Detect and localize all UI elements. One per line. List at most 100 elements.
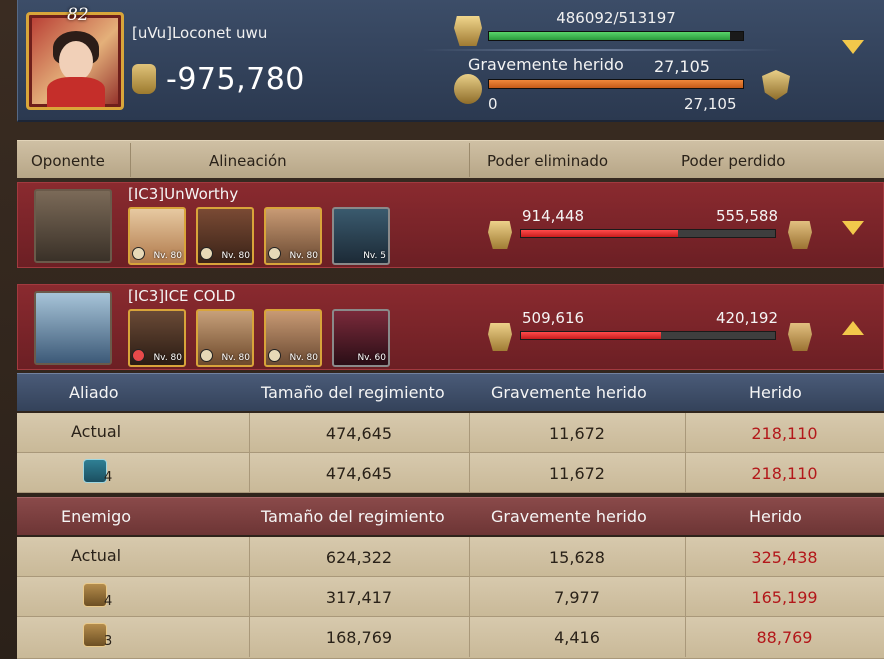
fist-icon <box>132 64 156 94</box>
troop-card[interactable]: Nv. 5 <box>332 207 390 265</box>
troop-tier: 4 <box>104 594 113 609</box>
col-separator <box>469 143 470 177</box>
opponent-avatar <box>34 189 112 263</box>
col-separator <box>130 143 131 177</box>
col-opponent: Oponente <box>31 152 105 170</box>
opponent-row[interactable]: [IC3]ICE COLD Nv. 80 Nv. 80 Nv. 80 Nv. 6… <box>17 284 884 370</box>
shield-icon <box>762 70 790 100</box>
chevron-down-icon[interactable] <box>842 221 864 235</box>
opponent-power-lost: 555,588 <box>715 207 778 225</box>
troop-level: Nv. 80 <box>221 353 250 363</box>
opponent-row[interactable]: [IC3]UnWorthy Nv. 80 Nv. 80 Nv. 80 Nv. 5… <box>17 182 884 268</box>
regiment-size: 474,645 <box>325 464 393 483</box>
hp-text: 486092/513197 <box>556 9 676 27</box>
troop-level: Nv. 80 <box>289 251 318 261</box>
opponent-name: [IC3]ICE COLD <box>128 287 236 305</box>
ally-table-header: Aliado Tamaño del regimiento Gravemente … <box>17 373 884 411</box>
severe-label: Gravemente herido <box>468 55 624 74</box>
player-name: [uVu]Loconet uwu <box>132 24 268 42</box>
portrait-dress <box>47 77 105 107</box>
horse-icon: 4 <box>83 459 112 485</box>
severe-min: 0 <box>488 95 498 113</box>
severe-value: 27,105 <box>654 57 710 76</box>
ally-header-size: Tamaño del regimiento <box>261 383 445 402</box>
horse-icon <box>200 349 213 362</box>
header-divider <box>422 49 782 51</box>
chevron-up-icon[interactable] <box>842 321 864 335</box>
enemy-row-tier: 3 168,769 4,416 88,769 <box>17 617 884 659</box>
severe-bar <box>488 79 744 89</box>
severe-max: 27,105 <box>684 95 737 113</box>
troop-level: Nv. 5 <box>363 251 386 261</box>
severe-wounded: 15,628 <box>549 548 605 567</box>
sword-icon <box>268 349 281 362</box>
troop-level: Nv. 80 <box>221 251 250 261</box>
enemy-row-tier: 4 317,417 7,977 165,199 <box>17 577 884 617</box>
enemy-row-current: Actual 624,322 15,628 325,438 <box>17 537 884 577</box>
col-lineup: Alineación <box>209 152 287 170</box>
hp-bar <box>488 31 744 41</box>
troop-card[interactable]: Nv. 80 <box>264 309 322 367</box>
enemy-header-label: Enemigo <box>61 507 132 526</box>
sword-icon <box>268 247 281 260</box>
troop-card[interactable]: Nv. 80 <box>128 309 186 367</box>
troop-level: Nv. 80 <box>289 353 318 363</box>
sword-icon <box>200 247 213 260</box>
severe-wounded: 4,416 <box>554 628 600 647</box>
helmet-broken-icon <box>788 323 812 351</box>
ally-row-current: Actual 474,645 11,672 218,110 <box>17 413 884 453</box>
player-level: 82 <box>67 5 89 25</box>
row-label: Actual <box>71 422 122 441</box>
troop-card[interactable]: Nv. 80 <box>128 207 186 265</box>
row-label: Actual <box>71 546 122 565</box>
player-portrait[interactable]: 82 <box>26 5 124 110</box>
troop-card[interactable]: Nv. 60 <box>332 309 390 367</box>
regiment-size: 317,417 <box>325 588 393 607</box>
opponent-column-header: Oponente Alineación Poder eliminado Pode… <box>17 140 884 178</box>
power-change: -975,780 <box>166 62 305 97</box>
opponent-name: [IC3]UnWorthy <box>128 185 239 203</box>
wounded: 88,769 <box>756 628 813 647</box>
sword-icon: 4 <box>83 583 112 609</box>
regiment-size: 624,322 <box>325 548 393 567</box>
troop-card[interactable]: Nv. 80 <box>264 207 322 265</box>
severe-wounded: 11,672 <box>549 464 605 483</box>
ally-header-wounded: Herido <box>749 383 802 402</box>
chevron-down-icon[interactable] <box>842 40 864 54</box>
col-killed: Poder eliminado <box>487 152 609 170</box>
helmet-icon <box>454 16 482 46</box>
col-lost: Poder perdido <box>681 152 786 170</box>
troop-card[interactable]: Nv. 80 <box>196 309 254 367</box>
portrait-face <box>59 41 93 81</box>
opponent-power-lost: 420,192 <box>715 309 778 327</box>
enemy-header-size: Tamaño del regimiento <box>261 507 445 526</box>
helmet-broken-icon <box>788 221 812 249</box>
ally-header-severe: Gravemente herido <box>491 383 647 402</box>
shield-broken-icon <box>454 74 482 104</box>
severe-bar-fill <box>489 80 743 88</box>
troop-level: Nv. 60 <box>357 353 386 363</box>
opponent-power-killed: 914,448 <box>522 207 585 225</box>
wounded: 325,438 <box>751 548 818 567</box>
opponent-power-bar-fill <box>521 230 679 237</box>
helmet-icon <box>488 221 512 249</box>
horse-icon <box>132 247 145 260</box>
enemy-table-header: Enemigo Tamaño del regimiento Gravemente… <box>17 497 884 535</box>
opponent-power-bar <box>520 229 776 238</box>
sword-icon: 3 <box>83 623 112 649</box>
enemy-header-wounded: Herido <box>749 507 802 526</box>
opponent-power-bar-fill <box>521 332 661 339</box>
battle-report: 82 [uVu]Loconet uwu -975,780 486092/5131… <box>0 0 884 659</box>
troop-card[interactable]: Nv. 80 <box>196 207 254 265</box>
hp-bar-fill <box>489 32 730 40</box>
wounded: 218,110 <box>751 424 818 443</box>
opponent-power-killed: 509,616 <box>522 309 585 327</box>
opponent-power-bar <box>520 331 776 340</box>
wounded: 165,199 <box>751 588 818 607</box>
troop-tier: 4 <box>104 470 113 485</box>
player-summary: 82 [uVu]Loconet uwu -975,780 486092/5131… <box>17 0 884 122</box>
enemy-header-severe: Gravemente herido <box>491 507 647 526</box>
ally-header-label: Aliado <box>69 383 119 402</box>
troop-tier: 3 <box>104 634 113 649</box>
troop-level: Nv. 80 <box>153 353 182 363</box>
